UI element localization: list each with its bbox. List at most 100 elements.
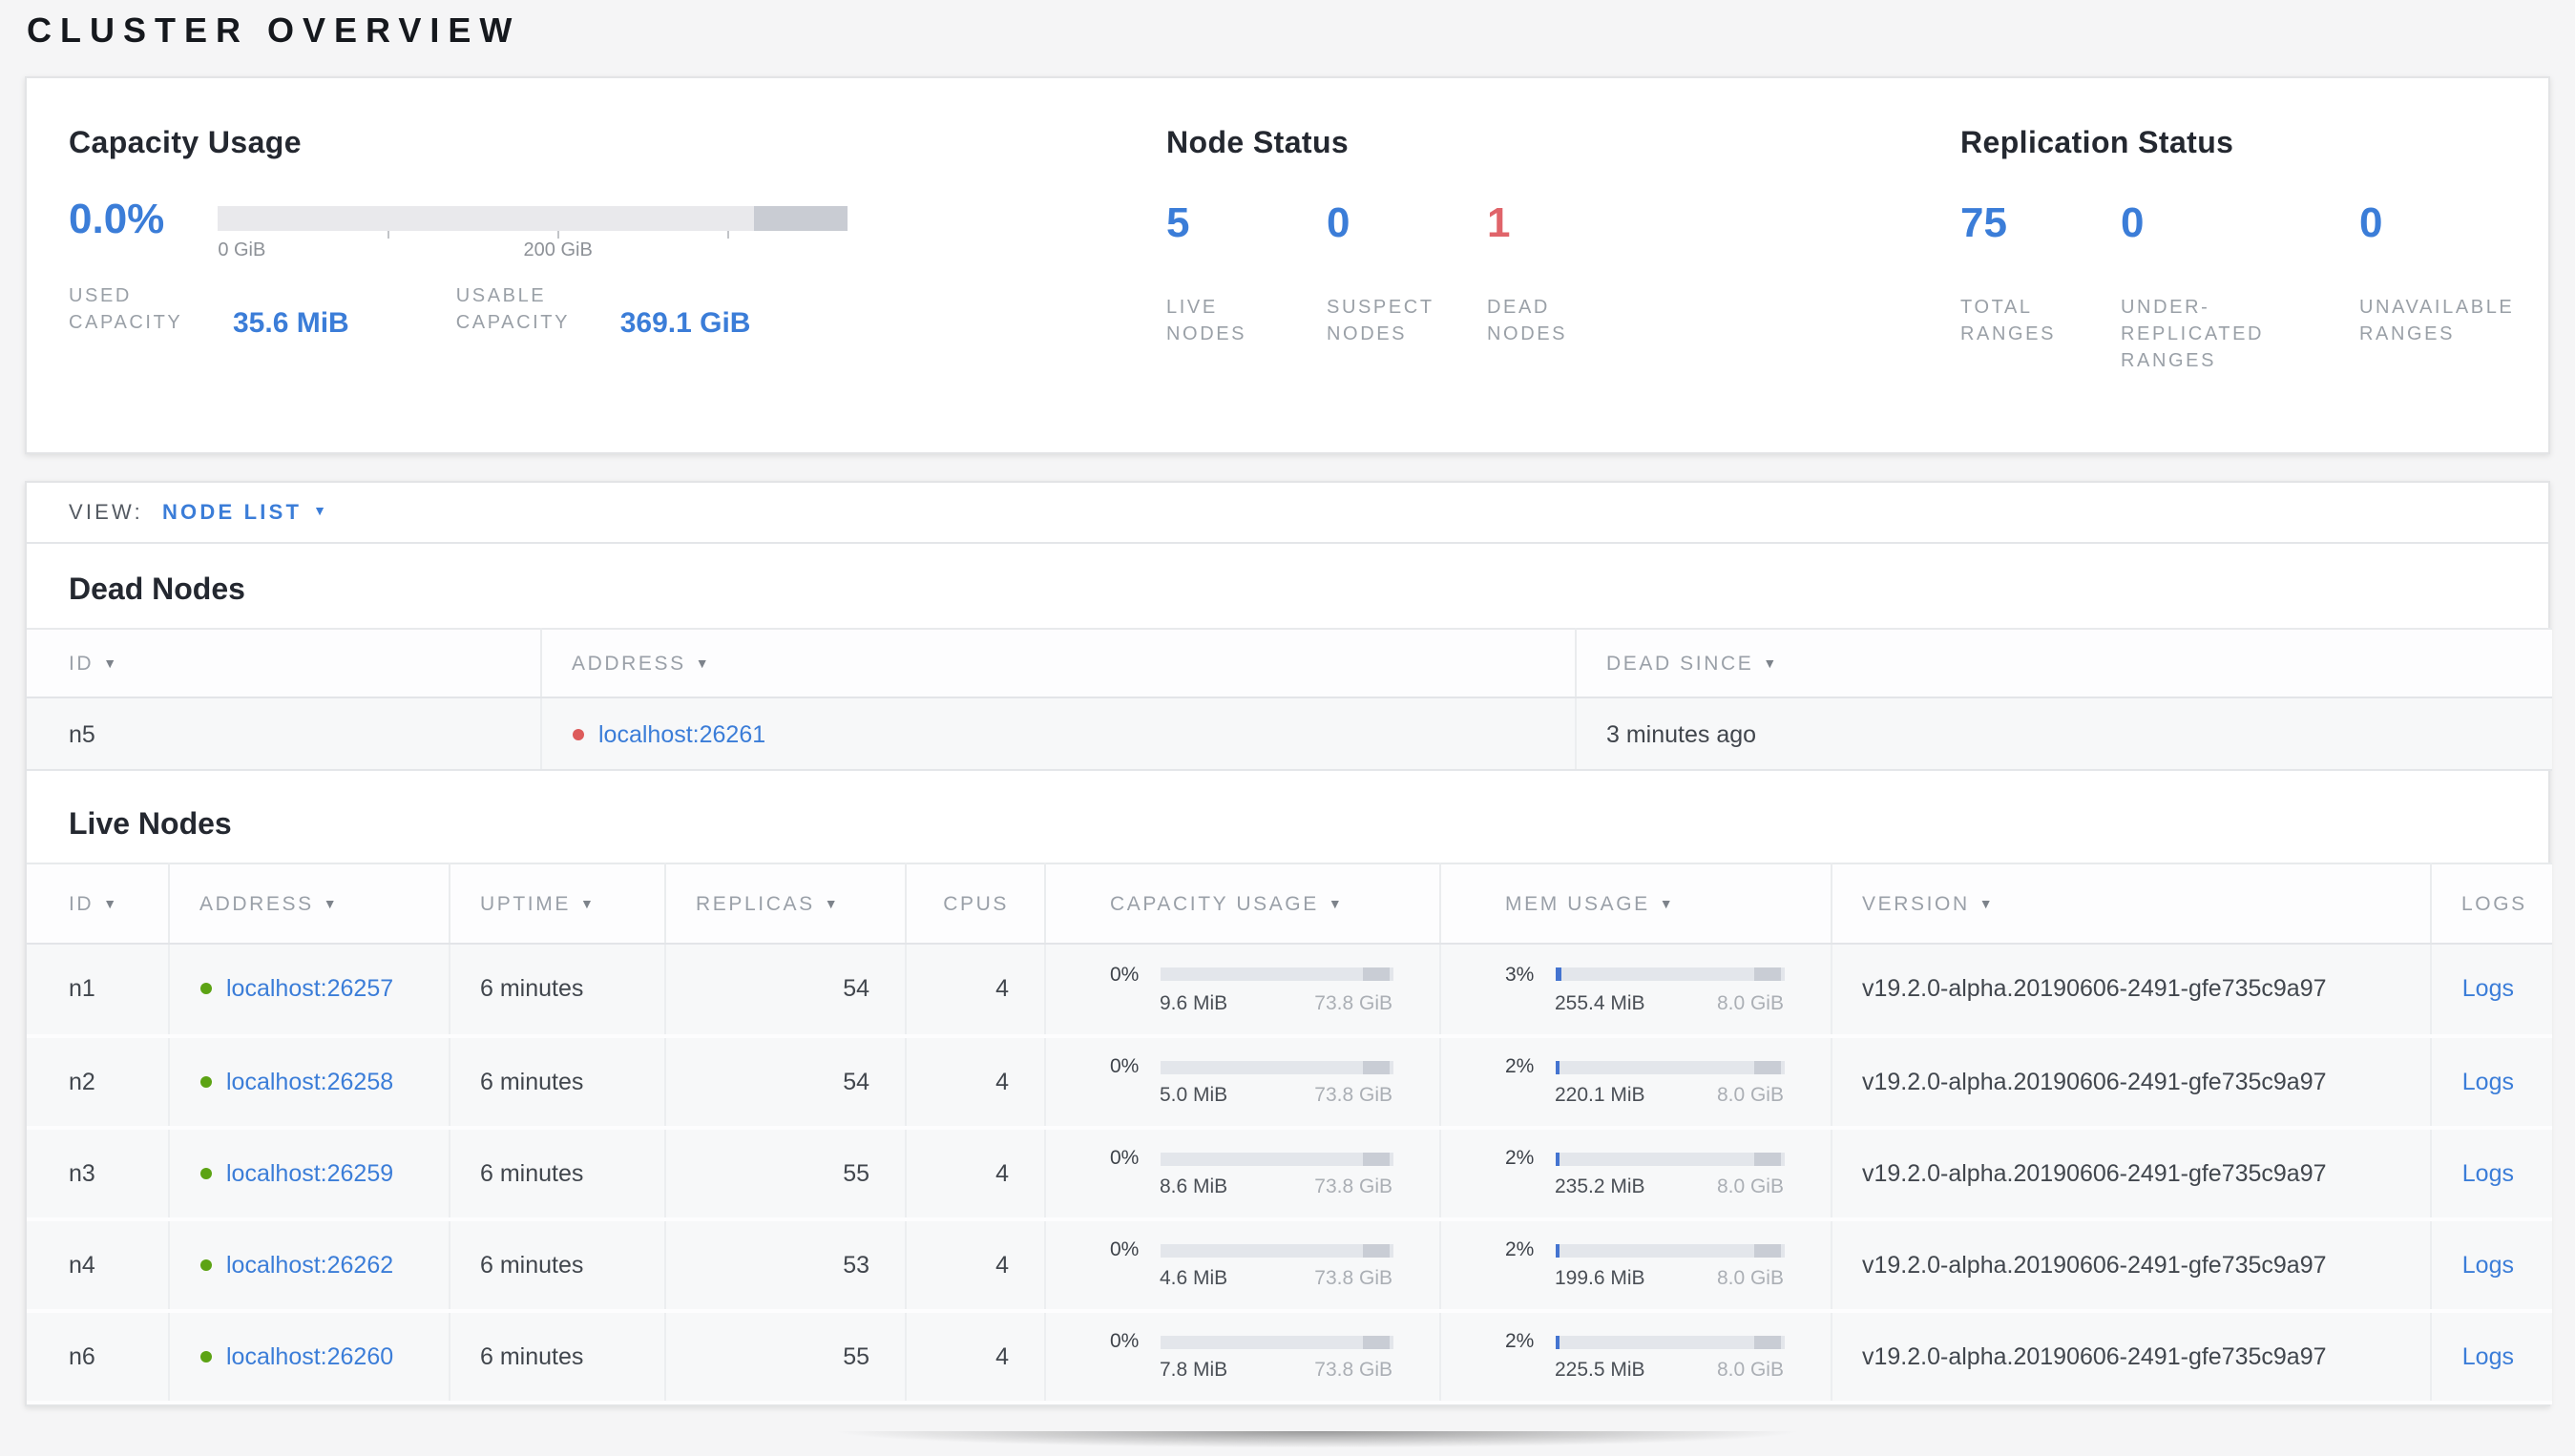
capacity-bar <box>1160 1243 1392 1257</box>
column-header-capacity-usage[interactable]: CAPACITY USAGE ▼ <box>1044 863 1440 945</box>
capacity-usage-cell: 0% 4.6 MiB 73.8 GiB <box>1044 1218 1440 1312</box>
capacity-used: 5.0 MiB <box>1160 1084 1228 1107</box>
column-header-dead-since[interactable]: DEAD SINCE ▼ <box>1575 628 2552 698</box>
live-nodes-table-header: ID ▼ ADDRESS ▼ UPTIME ▼ REPLICAS ▼ CPUS CAPA… <box>27 863 2552 945</box>
capacity-bar <box>1160 967 1392 982</box>
column-header-version[interactable]: VERSION ▼ <box>1831 863 2431 945</box>
capacity-usage-chart-row: 0.0% 0 GiB 200 GiB <box>69 193 1166 265</box>
mem-bar-fill <box>1555 1152 1560 1165</box>
sort-arrow-icon: ▼ <box>579 898 597 911</box>
logs-link[interactable]: Logs <box>2462 976 2514 1003</box>
capacity-usage-cell: 0% 9.6 MiB 73.8 GiB <box>1044 944 1440 1037</box>
used-capacity-label: USED CAPACITY <box>69 286 183 334</box>
logs-cell: Logs <box>2430 1127 2552 1220</box>
version-cell: v19.2.0-alpha.20190606-2491-gfe735c9a97 <box>1831 944 2431 1037</box>
mem-used: 235.2 MiB <box>1555 1175 1645 1198</box>
node-status-stats: 5 LIVE NODES 0 SUSPECT NODES 1 DEAD NODE… <box>1166 197 1960 349</box>
column-label: LOGS <box>2461 892 2527 915</box>
node-id-cell: n2 <box>27 1035 169 1129</box>
capacity-used: 7.8 MiB <box>1160 1359 1228 1382</box>
column-label: UPTIME <box>480 892 571 915</box>
mem-usage-cell: 2% 225.5 MiB 8.0 GiB <box>1439 1310 1832 1404</box>
uptime-cell: 6 minutes <box>449 944 665 1037</box>
capacity-total: 73.8 GiB <box>1314 1084 1392 1107</box>
live-status-dot-icon <box>199 1167 211 1178</box>
dead-nodes-table: ID ▼ ADDRESS ▼ DEAD SINCE ▼ n5 localhost… <box>27 628 2552 771</box>
view-dropdown-value: NODE LIST <box>161 501 303 524</box>
capacity-used-percent: 0.0% <box>69 195 165 242</box>
under-replicated-ranges-stat: 0 UNDER-REPLICATED RANGES <box>2121 197 2359 376</box>
node-address-link[interactable]: localhost:26261 <box>598 720 765 747</box>
mem-total: 8.0 GiB <box>1716 1084 1784 1107</box>
mem-usage-cell: 2% 199.6 MiB 8.0 GiB <box>1439 1218 1832 1312</box>
uptime-cell: 6 minutes <box>449 1310 665 1404</box>
mem-usage-cell: 2% 235.2 MiB 8.0 GiB <box>1439 1127 1832 1220</box>
table-row: n2 localhost:26258 6 minutes 54 4 0% 5.0… <box>27 1035 2552 1129</box>
mem-bar <box>1555 1243 1784 1257</box>
column-label: CAPACITY USAGE <box>1110 892 1319 915</box>
replication-status-stats: 75 TOTAL RANGES 0 UNDER-REPLICATED RANGE… <box>1960 197 2520 376</box>
node-status-title: Node Status <box>1166 128 1350 160</box>
sort-arrow-icon: ▼ <box>824 898 841 911</box>
logs-link[interactable]: Logs <box>2462 1342 2514 1369</box>
sort-arrow-icon: ▼ <box>1978 898 1996 911</box>
logs-link[interactable]: Logs <box>2462 1251 2514 1278</box>
total-ranges-stat: 75 TOTAL RANGES <box>1960 197 2121 376</box>
node-address-link[interactable]: localhost:26259 <box>226 1159 393 1186</box>
version-cell: v19.2.0-alpha.20190606-2491-gfe735c9a97 <box>1831 1310 2431 1404</box>
mem-used: 220.1 MiB <box>1555 1084 1645 1107</box>
column-header-address[interactable]: ADDRESS ▼ <box>540 628 1576 698</box>
used-capacity-value: 35.6 MiB <box>233 307 349 340</box>
column-header-replicas[interactable]: REPLICAS ▼ <box>664 863 906 945</box>
cpus-cell: 4 <box>905 1035 1045 1129</box>
sort-arrow-icon: ▼ <box>1763 657 1779 671</box>
uptime-cell: 6 minutes <box>449 1218 665 1312</box>
replicas-cell: 53 <box>664 1218 906 1312</box>
chevron-down-icon: ▼ <box>313 506 326 519</box>
column-header-mem-usage[interactable]: MEM USAGE ▼ <box>1439 863 1832 945</box>
sort-arrow-icon: ▼ <box>323 898 340 911</box>
view-label: VIEW: <box>69 501 143 524</box>
column-header-id[interactable]: ID ▼ <box>27 628 541 698</box>
capacity-total: 73.8 GiB <box>1314 1359 1392 1382</box>
total-ranges-label: TOTAL RANGES <box>1960 298 2057 345</box>
cpus-cell: 4 <box>905 1310 1045 1404</box>
node-address-cell: localhost:26260 <box>168 1310 450 1404</box>
capacity-stats: USED CAPACITY 35.6 MiB USABLE CAPACITY 3… <box>69 284 1166 340</box>
column-header-uptime[interactable]: UPTIME ▼ <box>449 863 665 945</box>
cpus-cell: 4 <box>905 1218 1045 1312</box>
logs-link[interactable]: Logs <box>2462 1068 2514 1094</box>
live-nodes-heading: Live Nodes <box>69 809 232 842</box>
column-label: ID <box>69 892 94 915</box>
dead-nodes-label: DEAD NODES <box>1487 298 1568 345</box>
live-status-dot-icon <box>199 1258 211 1270</box>
view-dropdown[interactable]: NODE LIST ▼ <box>162 501 326 524</box>
node-address-link[interactable]: localhost:26258 <box>226 1068 393 1094</box>
column-header-id[interactable]: ID ▼ <box>27 863 169 945</box>
table-row: n6 localhost:26260 6 minutes 55 4 0% 7.8… <box>27 1310 2552 1404</box>
capacity-usage-bar-chart: 0 GiB 200 GiB <box>218 206 848 265</box>
capacity-used: 9.6 MiB <box>1160 991 1228 1015</box>
mem-used: 255.4 MiB <box>1555 991 1645 1015</box>
cpus-cell: 4 <box>905 944 1045 1037</box>
node-id-cell: n3 <box>27 1127 169 1220</box>
capacity-used: 4.6 MiB <box>1160 1267 1228 1290</box>
live-status-dot-icon <box>199 983 211 995</box>
node-address-link[interactable]: localhost:26260 <box>226 1342 393 1369</box>
axis-tick <box>727 231 730 239</box>
column-header-logs: LOGS <box>2430 863 2552 945</box>
node-address-link[interactable]: localhost:26257 <box>226 976 393 1003</box>
node-address-link[interactable]: localhost:26262 <box>226 1251 393 1278</box>
uptime-cell: 6 minutes <box>449 1127 665 1220</box>
capacity-usage-title: Capacity Usage <box>69 128 302 160</box>
mem-percent: 3% <box>1505 963 1535 987</box>
unavailable-ranges-label: UNAVAILABLE RANGES <box>2359 298 2515 345</box>
version-cell: v19.2.0-alpha.20190606-2491-gfe735c9a97 <box>1831 1127 2431 1220</box>
logs-link[interactable]: Logs <box>2462 1159 2514 1186</box>
mem-bar <box>1555 1060 1784 1073</box>
column-header-address[interactable]: ADDRESS ▼ <box>168 863 450 945</box>
logs-cell: Logs <box>2430 1310 2552 1404</box>
mem-total: 8.0 GiB <box>1716 1175 1784 1198</box>
table-row: n1 localhost:26257 6 minutes 54 4 0% 9.6… <box>27 944 2552 1037</box>
column-label: CPUS <box>943 892 1009 915</box>
